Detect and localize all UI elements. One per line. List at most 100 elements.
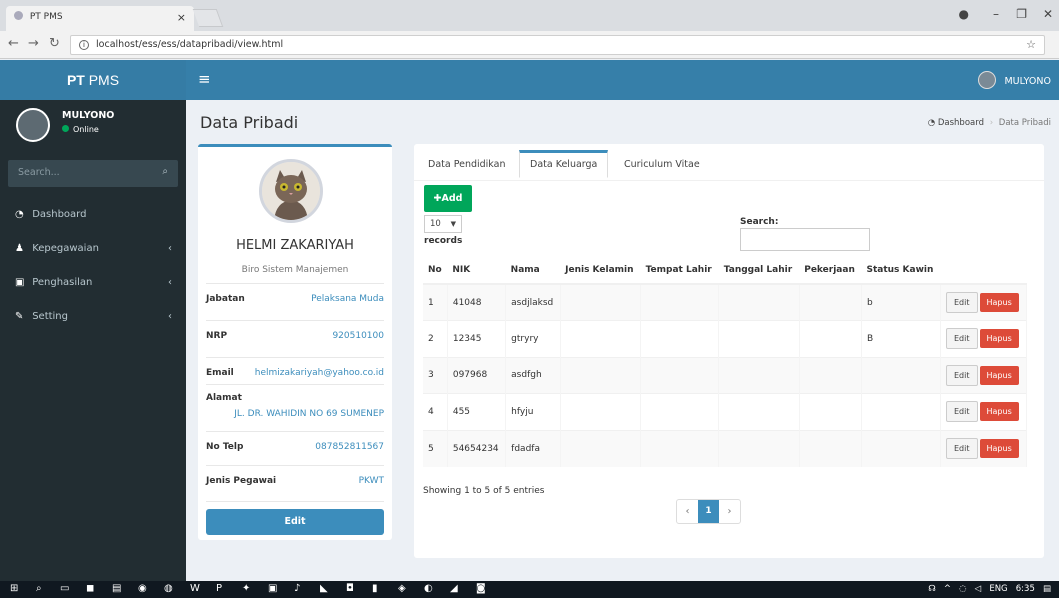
cell-jenis-kelamin [560, 320, 642, 357]
col-nama[interactable]: Nama [505, 256, 561, 285]
app-icon[interactable]: ✦ [242, 583, 250, 594]
row-delete-button[interactable]: Hapus [979, 439, 1019, 458]
breadcrumb-separator: › [989, 118, 994, 128]
sidebar-item-setting[interactable]: ✎ Setting ‹ [0, 301, 186, 335]
app-icon[interactable]: ▣ [268, 583, 277, 594]
col-no[interactable]: No [423, 256, 448, 285]
cell-no: 2 [423, 320, 448, 357]
cell-jenis-kelamin [560, 283, 642, 321]
col-pekerjaan[interactable]: Pekerjaan [799, 256, 862, 285]
network-icon[interactable]: ◌ [959, 584, 966, 594]
col-tempat-lahir[interactable]: Tempat Lahir [640, 256, 719, 285]
row-edit-button[interactable]: Edit [946, 401, 978, 423]
sidebar-item-dashboard[interactable]: ◔ Dashboard [0, 199, 186, 233]
col-nik[interactable]: NIK [447, 256, 506, 285]
forward-icon[interactable]: → [28, 36, 39, 51]
menu-toggle-icon[interactable]: ≡ [198, 70, 211, 88]
cell-jenis-kelamin [560, 356, 642, 394]
search-icon[interactable]: ⌕ [162, 166, 168, 177]
row-delete-button[interactable]: Hapus [979, 402, 1019, 422]
table-body: 1 41048 asdjlaksd b Edit Hapus 2 12345 gtryry B Ed… [423, 283, 1027, 467]
sidebar-item-label: Dashboard [32, 209, 87, 220]
url-input[interactable]: i localhost/ess/ess/datapribadi/view.htm… [70, 35, 1045, 55]
page-length-select[interactable]: 10 ▼ [424, 215, 462, 233]
app-header: PT PMS ≡ MULYONO [0, 60, 1059, 100]
cell-tempat-lahir [640, 356, 720, 394]
next-page-icon[interactable]: › [719, 500, 740, 523]
app-icon[interactable]: ◢ [450, 583, 458, 594]
browser-tab-title: PT PMS [29, 12, 63, 22]
app-icon[interactable]: ▮ [372, 583, 378, 594]
header-user-name: MULYONO [1004, 76, 1051, 87]
browser-tab[interactable]: PT PMS × [6, 6, 194, 31]
taskbar-search-icon[interactable]: ⌕ [36, 583, 42, 594]
app-icon[interactable]: ◣ [320, 583, 328, 594]
people-icon[interactable]: ☊ [928, 584, 936, 594]
system-tray: ☊ ^ ◌ ◁ ENG 6:35 ▤ [928, 584, 1051, 594]
tab-curiculum-vitae[interactable]: Curiculum Vitae [614, 153, 710, 181]
app-icon[interactable]: ◈ [398, 583, 406, 594]
row-edit-button[interactable]: Edit [946, 438, 978, 459]
table-search-input[interactable] [740, 228, 870, 251]
add-button[interactable]: ✚Add [424, 185, 472, 212]
sidebar-search-input[interactable]: Search... ⌕ [8, 160, 178, 187]
sidebar-item-kepegawaian[interactable]: ♟ Kepegawaian ‹ [0, 233, 186, 267]
cell-tanggal-lahir [718, 283, 800, 321]
profile-edit-button[interactable]: Edit [206, 509, 384, 535]
col-status-kawin[interactable]: Status Kawin [861, 256, 941, 285]
cell-nik: 54654234 [447, 429, 507, 467]
language-indicator[interactable]: ENG [989, 584, 1007, 594]
close-tab-icon[interactable]: × [177, 11, 186, 24]
page-button-current[interactable]: 1 [698, 500, 719, 523]
header-user-menu[interactable]: MULYONO [978, 71, 1051, 89]
row-edit-button[interactable]: Edit [946, 292, 978, 313]
app-icon[interactable]: ◘ [346, 583, 354, 594]
cell-no: 4 [423, 393, 448, 430]
windows-start-icon[interactable]: ⊞ [10, 583, 18, 594]
prev-page-icon[interactable]: ‹ [677, 500, 698, 523]
breadcrumb-dashboard-link[interactable]: Dashboard [938, 118, 984, 128]
minimize-icon[interactable]: – [993, 7, 999, 21]
cell-status-kawin [861, 393, 942, 430]
notification-icon[interactable]: ▤ [1043, 584, 1051, 594]
clock[interactable]: 6:35 [1016, 584, 1035, 594]
row-edit-button[interactable]: Edit [946, 364, 978, 386]
new-tab-button[interactable] [192, 9, 224, 27]
app-icon[interactable]: ◍ [164, 583, 173, 594]
app-logo[interactable]: PT PMS [0, 60, 186, 100]
powerpoint-icon[interactable]: P [216, 583, 222, 594]
breadcrumb-current: Data Pribadi [998, 118, 1051, 128]
word-icon[interactable]: W [190, 583, 200, 594]
tab-data-keluarga[interactable]: Data Keluarga [519, 150, 609, 178]
cell-tempat-lahir [640, 283, 720, 321]
tab-data-pendidikan[interactable]: Data Pendidikan [418, 153, 515, 181]
chrome-icon[interactable]: ◉ [138, 583, 147, 594]
row-edit-button[interactable]: Edit [946, 328, 978, 350]
app-icon[interactable]: ◐ [424, 583, 433, 594]
row-delete-button[interactable]: Hapus [979, 329, 1019, 349]
chevron-up-icon[interactable]: ^ [944, 584, 951, 594]
info-icon[interactable]: i [79, 40, 89, 50]
col-tanggal-lahir[interactable]: Tanggal Lahir [718, 256, 800, 285]
col-jenis-kelamin[interactable]: Jenis Kelamin [560, 256, 641, 285]
close-window-icon[interactable]: ✕ [1043, 7, 1053, 21]
user-icon: ♟ [15, 243, 24, 254]
task-view-icon[interactable]: ▭ [60, 583, 69, 594]
row-delete-button[interactable]: Hapus [979, 365, 1019, 385]
explorer-icon[interactable]: ▤ [112, 583, 121, 594]
row-delete-button[interactable]: Hapus [979, 293, 1019, 312]
cell-nik: 455 [447, 393, 507, 430]
reload-icon[interactable]: ↻ [49, 36, 60, 51]
volume-icon[interactable]: ◁ [975, 584, 982, 594]
restore-icon[interactable]: ❐ [1016, 7, 1027, 21]
online-dot-icon [62, 125, 69, 132]
sidebar-item-penghasilan[interactable]: ▣ Penghasilan ‹ [0, 267, 186, 301]
store-icon[interactable]: ◼ [86, 583, 94, 594]
status-text: Online [73, 125, 99, 134]
bookmark-star-icon[interactable]: ☆ [1026, 38, 1036, 51]
field-label: No Telp [206, 442, 244, 452]
back-icon[interactable]: ← [8, 36, 19, 51]
app-icon[interactable]: ◙ [476, 583, 486, 594]
profile-icon[interactable]: ● [959, 7, 969, 21]
app-icon[interactable]: ♪ [294, 583, 300, 594]
